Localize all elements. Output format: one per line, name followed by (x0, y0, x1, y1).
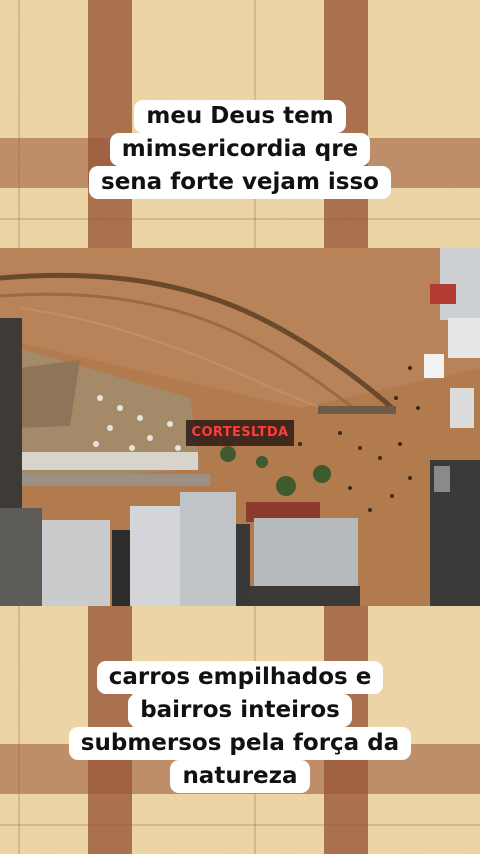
bottom-caption-line: bairros inteiros (128, 694, 352, 727)
top-caption-line: mimsericordia qre (109, 133, 371, 166)
top-caption: meu Deus tem mimsericordia qre sena fort… (0, 100, 480, 199)
top-caption-line: sena forte vejam isso (89, 166, 391, 199)
bottom-caption-line: natureza (170, 760, 310, 793)
bottom-caption-line: submersos pela força da (68, 727, 412, 760)
bottom-caption-line: carros empilhados e (96, 661, 384, 694)
top-caption-line: meu Deus tem (134, 100, 346, 133)
bottom-caption: carros empilhados e bairros inteiros sub… (0, 661, 480, 793)
watermark-label: CORTESLTDA (186, 420, 294, 446)
